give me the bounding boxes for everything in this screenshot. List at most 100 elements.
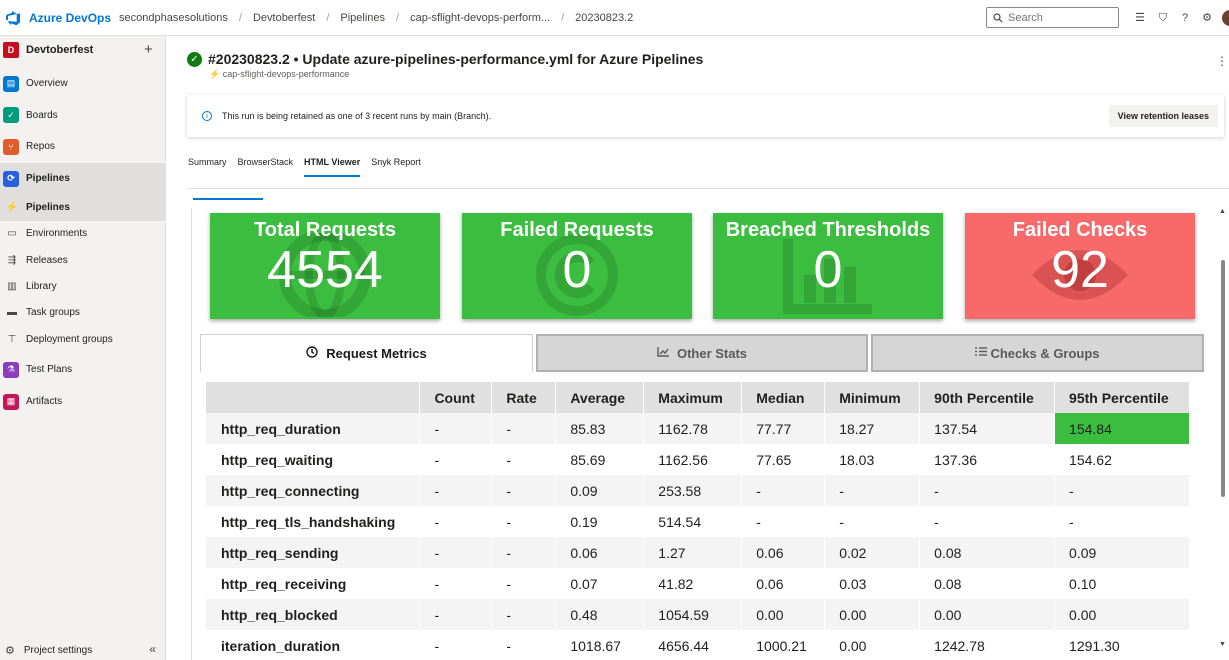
list-icon[interactable]: ☰ bbox=[1133, 11, 1147, 25]
column-header[interactable]: Average bbox=[555, 382, 645, 413]
table-row: http_req_tls_handshaking - -0.19 514.54- - - - bbox=[206, 506, 1190, 537]
test-plans-icon: ⚗ bbox=[3, 361, 19, 378]
breadcrumb-pipeline[interactable]: cap-sflight-devops-perform... bbox=[410, 12, 550, 24]
card-total-requests: Total Requests 4554 bbox=[210, 213, 440, 319]
deployment-groups-icon: ⊤ bbox=[7, 333, 17, 345]
metric-value-cell: 1.27 bbox=[643, 537, 743, 568]
table-row: iteration_duration - -1018.67 4656.44 1000.2… bbox=[206, 630, 1190, 660]
vertical-scrollbar[interactable]: ▲ ▼ bbox=[1217, 208, 1229, 653]
sidebar-item-test-plans[interactable]: ⚗ Test Plans bbox=[0, 354, 165, 386]
metric-value-cell: 77.65 bbox=[741, 444, 826, 475]
column-header[interactable]: Rate bbox=[491, 382, 557, 413]
metric-name-cell: http_req_waiting bbox=[206, 444, 421, 475]
metric-value-cell: 1000.21 bbox=[741, 630, 826, 660]
metric-value-cell: 253.58 bbox=[643, 475, 743, 506]
card-value: 92 bbox=[1051, 241, 1109, 299]
column-header[interactable] bbox=[206, 382, 421, 413]
metric-value-cell: 0.19 bbox=[555, 506, 645, 537]
sidebar-subitem-deployment-groups[interactable]: ⊤ Deployment groups bbox=[0, 326, 165, 352]
metric-value-cell: 0.00 bbox=[919, 599, 1056, 630]
tab-snyk-report[interactable]: Snyk Report bbox=[371, 157, 421, 177]
sidebar-subitem-pipelines[interactable]: ⚡ Pipelines bbox=[0, 194, 165, 221]
retention-banner: i This run is being retained as one of 3… bbox=[187, 95, 1224, 137]
metric-value-cell: - bbox=[741, 475, 826, 506]
column-header[interactable]: Minimum bbox=[824, 382, 921, 413]
metric-value-cell: - bbox=[824, 506, 921, 537]
metric-value-cell: - bbox=[419, 599, 493, 630]
column-header[interactable]: 90th Percentile bbox=[919, 382, 1056, 413]
collapse-sidebar-icon[interactable]: « bbox=[149, 642, 156, 656]
sidebar-subitem-releases[interactable]: ⇶ Releases bbox=[0, 247, 165, 273]
help-icon[interactable]: ? bbox=[1178, 11, 1192, 25]
top-bar: Azure DevOps secondphasesolutions / Devt… bbox=[0, 0, 1229, 36]
tab-other-stats[interactable]: Other Stats bbox=[536, 334, 868, 372]
tab-request-metrics[interactable]: Request Metrics bbox=[200, 334, 533, 372]
metric-value-cell: - bbox=[491, 413, 557, 444]
breadcrumb-project[interactable]: Devtoberfest bbox=[253, 12, 315, 24]
marketplace-icon[interactable]: ⛉ bbox=[1156, 11, 1170, 25]
scroll-down-icon[interactable]: ▼ bbox=[1219, 641, 1226, 648]
metric-value-cell: - bbox=[419, 444, 493, 475]
metric-value-cell: - bbox=[741, 506, 826, 537]
metric-value-cell: - bbox=[419, 413, 493, 444]
brand-link[interactable]: Azure DevOps bbox=[29, 11, 111, 25]
column-header[interactable]: Maximum bbox=[643, 382, 743, 413]
user-settings-icon[interactable]: ⚙ bbox=[1200, 11, 1214, 25]
breadcrumb-pipelines[interactable]: Pipelines bbox=[340, 12, 385, 24]
scroll-up-icon[interactable]: ▲ bbox=[1219, 208, 1226, 215]
main-content: ✓ #20230823.2 • Update azure-pipelines-p… bbox=[166, 36, 1229, 660]
tab-label: Checks & Groups bbox=[990, 345, 1100, 361]
add-icon[interactable]: + bbox=[144, 41, 153, 58]
column-header[interactable]: 95th Percentile bbox=[1054, 382, 1190, 413]
column-header[interactable]: Median bbox=[741, 382, 826, 413]
html-viewer-frame: Total Requests 4554 Failed Requests 0 Br… bbox=[187, 188, 1229, 660]
card-title: Breached Thresholds bbox=[725, 219, 931, 241]
breadcrumb-org[interactable]: secondphasesolutions bbox=[119, 12, 228, 24]
metric-value-cell: 514.54 bbox=[643, 506, 743, 537]
sidebar-subitem-label: Deployment groups bbox=[26, 333, 113, 345]
column-header[interactable]: Count bbox=[419, 382, 493, 413]
project-header[interactable]: D Devtoberfest + bbox=[0, 36, 165, 64]
metric-value-cell: 0.00 bbox=[824, 630, 921, 660]
sidebar-item-boards[interactable]: ✓ Boards bbox=[0, 100, 165, 132]
sidebar-subitem-task-groups[interactable]: ▬ Task groups bbox=[0, 300, 165, 326]
sidebar-item-artifacts[interactable]: ▦ Artifacts bbox=[0, 386, 165, 418]
pipeline-name[interactable]: ⚡ cap-sflight-devops-performance bbox=[209, 69, 349, 80]
tab-browserstack[interactable]: BrowserStack bbox=[238, 157, 294, 177]
scrollbar-thumb[interactable] bbox=[1221, 260, 1225, 497]
sidebar: D Devtoberfest + ▤ Overview ✓ Boards ⑂ R… bbox=[0, 36, 166, 660]
search-input[interactable] bbox=[1008, 11, 1108, 24]
sidebar-subitem-library[interactable]: ▥ Library bbox=[0, 273, 165, 299]
tab-html-viewer[interactable]: HTML Viewer bbox=[304, 157, 361, 177]
metric-value-cell: - bbox=[919, 506, 1056, 537]
breadcrumb-run[interactable]: 20230823.2 bbox=[575, 12, 633, 24]
tab-label: Other Stats bbox=[676, 345, 748, 361]
task-groups-icon: ▬ bbox=[7, 307, 17, 319]
sidebar-item-overview[interactable]: ▤ Overview bbox=[0, 68, 165, 100]
frame-accent-bar bbox=[193, 198, 263, 200]
run-tabs: Summary BrowserStack HTML Viewer Snyk Re… bbox=[188, 157, 432, 177]
table-row: http_req_sending - -0.06 1.27 0.06 0.02 0.08 0.… bbox=[206, 537, 1190, 568]
metric-value-cell: 0.07 bbox=[555, 568, 645, 599]
metric-value-cell: - bbox=[491, 506, 557, 537]
metric-value-cell: 0.06 bbox=[741, 568, 826, 599]
metric-value-cell: 0.00 bbox=[1054, 599, 1190, 630]
sidebar-subitem-environments[interactable]: ▭ Environments bbox=[0, 221, 165, 247]
search-box[interactable] bbox=[986, 7, 1119, 28]
tab-checks-groups[interactable]: Checks & Groups bbox=[871, 334, 1204, 372]
sidebar-item-repos[interactable]: ⑂ Repos bbox=[0, 131, 165, 163]
report-viewer: Total Requests 4554 Failed Requests 0 Br… bbox=[191, 208, 1217, 660]
sidebar-item-label: Artifacts bbox=[26, 396, 63, 408]
sidebar-subitem-label: Releases bbox=[26, 254, 68, 266]
avatar[interactable] bbox=[1222, 10, 1229, 26]
tab-summary[interactable]: Summary bbox=[188, 157, 227, 177]
sidebar-item-label: Test Plans bbox=[26, 364, 73, 376]
project-settings[interactable]: ⚙ Project settings « bbox=[0, 640, 166, 660]
metric-value-cell: 0.02 bbox=[824, 537, 921, 568]
card-breached-thresholds: Breached Thresholds 0 bbox=[713, 213, 943, 319]
view-retention-leases-button[interactable]: View retention leases bbox=[1108, 105, 1218, 127]
sidebar-item-pipelines[interactable]: ⟳ Pipelines bbox=[0, 162, 165, 195]
more-options-icon[interactable]: ⋮ bbox=[1216, 54, 1228, 68]
metric-name-cell: http_req_connecting bbox=[206, 475, 421, 506]
azure-devops-logo-icon[interactable] bbox=[5, 9, 23, 27]
